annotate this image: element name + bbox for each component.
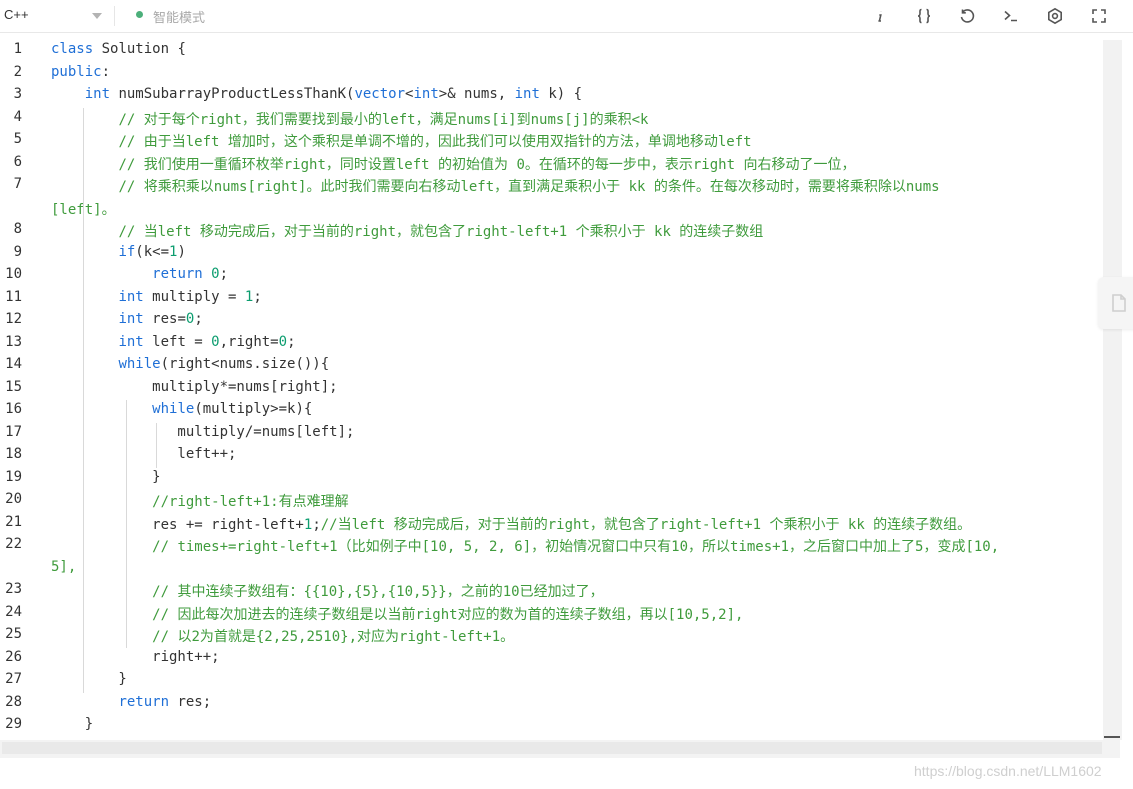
code-line[interactable]: // 我们使用一重循环枚举right，同时设置left 的初始值为 0。在循环的…	[51, 154, 855, 174]
status-dot-icon	[136, 11, 143, 18]
terminal-icon	[1004, 10, 1017, 22]
fullscreen-button[interactable]	[1087, 4, 1111, 28]
code-line[interactable]: multiply*=nums[right];	[51, 379, 337, 395]
code-line[interactable]: int res=0;	[51, 311, 202, 327]
console-button[interactable]	[999, 4, 1023, 28]
indent-guide	[126, 400, 128, 648]
line-number: 7	[13, 176, 22, 192]
line-number: 1	[13, 41, 22, 57]
line-number: 15	[5, 378, 22, 395]
code-line[interactable]: int numSubarrayProductLessThanK(vector<i…	[51, 86, 582, 102]
code-line[interactable]: while(right<nums.size()){	[51, 356, 329, 372]
code-line[interactable]: while(multiply>=k){	[51, 401, 312, 417]
language-label: C++	[4, 7, 29, 22]
vertical-scrollbar[interactable]	[1103, 40, 1122, 740]
line-number: 4	[13, 108, 22, 125]
line-number: 11	[5, 288, 22, 305]
line-number: 13	[5, 333, 22, 350]
scroll-position-marker	[1104, 736, 1120, 738]
code-line[interactable]: right++;	[51, 649, 219, 665]
toolbar-divider	[114, 6, 115, 26]
smart-mode-label: 智能模式	[153, 11, 206, 26]
line-number: 20	[5, 491, 22, 507]
language-select[interactable]: C++	[0, 0, 114, 32]
line-number: 16	[5, 401, 22, 417]
side-panel-tab[interactable]	[1098, 277, 1133, 329]
line-number: 14	[5, 356, 22, 372]
info-button[interactable]	[868, 4, 892, 28]
reset-code-button[interactable]	[955, 4, 979, 28]
code-line[interactable]: return 0;	[51, 266, 228, 282]
watermark: https://blog.csdn.net/LLM1602	[914, 763, 1102, 779]
line-number: 21	[5, 513, 22, 530]
code-line[interactable]: // 因此每次加进去的连续子数组是以当前right对应的数为首的连续子数组，再以…	[51, 604, 743, 624]
line-number: 28	[5, 693, 22, 710]
fullscreen-icon	[1092, 9, 1106, 23]
line-number: 10	[5, 266, 22, 282]
code-line[interactable]: }	[51, 716, 93, 732]
code-line[interactable]: // 对于每个right，我们需要找到最小的left，满足nums[i]到num…	[51, 109, 648, 129]
code-line[interactable]: // times+=right-left+1（比如例子中[10, 5, 2, 6…	[51, 536, 999, 556]
undo-icon	[960, 9, 975, 23]
line-number: 29	[5, 716, 22, 732]
code-line[interactable]: }	[51, 469, 160, 485]
line-number: 19	[5, 468, 22, 485]
code-line[interactable]: public:	[51, 64, 110, 80]
line-number: 27	[5, 671, 22, 687]
code-line[interactable]: // 将乘积乘以nums[right]。此时我们需要向右移动left，直到满足乘…	[51, 176, 939, 196]
code-line[interactable]: // 由于当left 增加时，这个乘积是单调不增的，因此我们可以使用双指针的方法…	[51, 131, 751, 151]
line-number: 6	[13, 153, 22, 170]
braces-icon	[917, 8, 931, 24]
horizontal-scrollbar[interactable]	[0, 740, 1120, 758]
indent-guide	[82, 107, 84, 693]
code-line[interactable]: left++;	[51, 446, 236, 462]
code-line[interactable]: // 以2为首就是{2,25,2510},对应为right-left+1。	[51, 626, 514, 646]
settings-icon	[1048, 7, 1062, 25]
code-line[interactable]: if(k<=1)	[51, 244, 185, 260]
line-number: 12	[5, 311, 22, 327]
line-number: 18	[5, 446, 22, 462]
document-icon	[1112, 294, 1126, 312]
code-line[interactable]: }	[51, 671, 126, 687]
line-number: 17	[5, 423, 22, 440]
code-line[interactable]: //right-left+1:有点难理解	[51, 491, 348, 511]
info-icon	[878, 11, 882, 22]
code-line[interactable]: multiply/=nums[left];	[51, 424, 354, 440]
code-line[interactable]: 5],	[51, 559, 76, 575]
line-number: 8	[13, 221, 22, 237]
code-line[interactable]: // 当left 移动完成后，对于当前的right，就包含了right-left…	[51, 221, 763, 241]
code-line[interactable]: class Solution {	[51, 41, 186, 57]
line-number: 3	[13, 86, 22, 102]
format-code-button[interactable]	[912, 4, 936, 28]
code-line[interactable]: return res;	[51, 694, 211, 710]
line-number: 23	[5, 581, 22, 597]
editor-toolbar: C++ 智能模式	[0, 0, 1133, 33]
line-number: 22	[5, 536, 22, 552]
line-number: 9	[13, 243, 22, 260]
settings-button[interactable]	[1043, 4, 1067, 28]
code-line[interactable]: int left = 0,right=0;	[51, 334, 295, 350]
line-number: 2	[13, 63, 22, 80]
line-number: 26	[5, 648, 22, 665]
chevron-down-icon	[92, 13, 102, 19]
line-number: 5	[13, 131, 22, 147]
indent-guide	[156, 422, 158, 468]
line-number: 25	[5, 626, 22, 642]
code-line[interactable]: res += right-left+1;//当left 移动完成后，对于当前的r…	[51, 514, 971, 534]
horizontal-scrollbar-thumb[interactable]	[2, 742, 1102, 754]
code-line[interactable]: // 其中连续子数组有：{{10},{5},{10,5}}，之前的10已经加过了…	[51, 581, 603, 601]
line-number: 24	[5, 603, 22, 620]
